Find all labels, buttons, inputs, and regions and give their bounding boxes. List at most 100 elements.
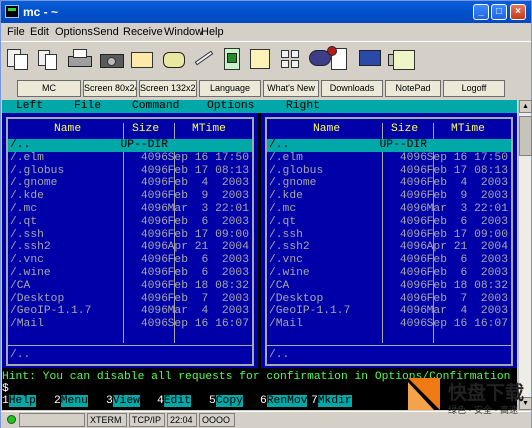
menu-send[interactable]: Send: [93, 26, 119, 38]
file-row[interactable]: /.elm 4096 Sep 16 17:50: [267, 152, 511, 165]
file-name: /.elm: [269, 151, 303, 164]
left-panel[interactable]: Name Size MTime /.. UP--DIR/.elm 4096 Sep 1…: [2, 113, 258, 368]
file-row[interactable]: /CA 4096 Feb 18 08:32: [8, 280, 252, 293]
file-row[interactable]: /.vnc 4096 Feb 6 2003: [267, 254, 511, 267]
language-button[interactable]: Language: [199, 80, 261, 97]
file-row[interactable]: /.wine 4096 Feb 6 2003: [8, 267, 252, 280]
menu-options[interactable]: Options: [55, 26, 93, 38]
file-row[interactable]: /.mc 4096 Mar 3 22:01: [8, 203, 252, 216]
parent-dir-row[interactable]: /.. UP--DIR: [267, 139, 511, 152]
file-row[interactable]: /.wine 4096 Feb 6 2003: [267, 267, 511, 280]
file-size: 4096: [399, 164, 427, 177]
upload-icon[interactable]: [219, 46, 245, 72]
open-icon[interactable]: [129, 46, 155, 72]
vertical-scrollbar[interactable]: ▲ ▼: [518, 100, 532, 410]
status-blank-field: [19, 413, 85, 427]
f7-mkdir-key[interactable]: 7Mkdir: [311, 395, 352, 408]
mc-menu-left[interactable]: Left: [16, 100, 43, 112]
title-bar[interactable]: mc - ~ _ □ ×: [1, 1, 531, 23]
file-row[interactable]: /CA 4096 Feb 18 08:32: [267, 280, 511, 293]
download-icon[interactable]: [247, 46, 273, 72]
f3-view-key[interactable]: 3View: [106, 395, 140, 408]
file-row[interactable]: /.gnome 4096 Feb 4 2003: [8, 177, 252, 190]
mtime-column-header[interactable]: MTime: [451, 123, 485, 135]
mc-menu-file[interactable]: File: [74, 100, 101, 112]
file-row[interactable]: /Mail 4096 Sep 16 16:07: [267, 318, 511, 331]
file-mtime: Sep 16 17:50: [167, 151, 249, 164]
file-row[interactable]: /.ssh 4096 Feb 17 09:00: [8, 229, 252, 242]
file-row[interactable]: /.vnc 4096 Feb 6 2003: [8, 254, 252, 267]
image-icon[interactable]: [393, 46, 419, 72]
file-row[interactable]: /.gnome 4096 Feb 4 2003: [267, 177, 511, 190]
menu-file[interactable]: File: [7, 26, 25, 38]
notepad-button[interactable]: NotePad: [385, 80, 441, 97]
name-column-header[interactable]: Name: [54, 123, 81, 135]
print-icon[interactable]: [67, 46, 93, 72]
f5-copy-key[interactable]: 5Copy: [209, 395, 243, 408]
file-row[interactable]: /Desktop 4096 Feb 7 2003: [8, 293, 252, 306]
display-icon[interactable]: [357, 46, 383, 72]
file-row[interactable]: /.qt 4096 Feb 6 2003: [8, 216, 252, 229]
mtime-column-header[interactable]: MTime: [192, 123, 226, 135]
camera-icon[interactable]: [99, 46, 125, 72]
f2-menu-key[interactable]: 2Menu: [54, 395, 88, 408]
copy-icon[interactable]: [35, 46, 61, 72]
file-name: /.gnome: [269, 177, 317, 190]
mc-menu-right[interactable]: Right: [286, 100, 320, 112]
close-button[interactable]: ×: [510, 4, 526, 20]
screen-132x24-button[interactable]: Screen 132x24: [139, 80, 197, 97]
screen-80x24-button[interactable]: Screen 80x24: [83, 80, 137, 97]
downloads-button[interactable]: Downloads: [321, 80, 383, 97]
minimize-button[interactable]: _: [473, 4, 489, 20]
file-row[interactable]: /.globus 4096 Feb 17 08:13: [267, 165, 511, 178]
file-row[interactable]: /Desktop 4096 Feb 7 2003: [267, 293, 511, 306]
menu-help[interactable]: Help: [201, 26, 224, 38]
file-row[interactable]: /GeoIP-1.1.7 4096 Mar 4 2003: [8, 305, 252, 318]
menu-window[interactable]: Window: [164, 26, 203, 38]
file-row[interactable]: /.ssh 4096 Feb 17 09:00: [267, 229, 511, 242]
file-row[interactable]: /.ssh2 4096 Apr 21 2004: [267, 241, 511, 254]
file-row[interactable]: /.ssh2 4096 Apr 21 2004: [8, 241, 252, 254]
size-column-header[interactable]: Size: [391, 123, 418, 135]
grid-icon[interactable]: [277, 46, 303, 72]
file-row[interactable]: /.mc 4096 Mar 3 22:01: [267, 203, 511, 216]
file-row[interactable]: /.elm 4096 Sep 16 17:50: [8, 152, 252, 165]
file-row[interactable]: /GeoIP-1.1.7 4096 Mar 4 2003: [267, 305, 511, 318]
f1-help-key[interactable]: 1Help: [2, 395, 36, 408]
file-name: /.mc: [269, 203, 297, 215]
terminal-window: mc - ~ _ □ × File Edit Options Send Rece…: [0, 0, 532, 428]
maximize-button[interactable]: □: [491, 4, 507, 20]
file-row[interactable]: /.kde 4096 Feb 9 2003: [267, 190, 511, 203]
status-indicators: OOOO: [199, 413, 235, 427]
phone-icon[interactable]: [161, 46, 187, 72]
mc-menu-options[interactable]: Options: [207, 100, 254, 112]
shell-prompt[interactable]: $: [2, 383, 9, 395]
scroll-up-arrow-icon[interactable]: ▲: [519, 100, 532, 113]
right-panel[interactable]: Name Size MTime /.. UP--DIR/.elm 4096 Sep 1…: [261, 113, 517, 368]
terminal-screen[interactable]: Left File Command Options Right Name Siz…: [2, 100, 517, 410]
send-icon[interactable]: [191, 46, 217, 72]
file-name: /Desktop: [269, 292, 324, 305]
scroll-thumb[interactable]: [519, 116, 532, 156]
spellcheck-icon[interactable]: [325, 46, 351, 72]
mc-menu-command[interactable]: Command: [132, 100, 179, 112]
file-row[interactable]: /.globus 4096 Feb 17 08:13: [8, 165, 252, 178]
file-mtime: Feb 17 08:13: [426, 164, 508, 177]
file-size: 4096: [140, 292, 168, 305]
file-row[interactable]: /Mail 4096 Sep 16 16:07: [8, 318, 252, 331]
whats-new-button[interactable]: What's New: [263, 80, 319, 97]
menu-receive[interactable]: Receive: [123, 26, 163, 38]
file-mtime: Mar 4 2003: [426, 305, 508, 318]
size-column-header[interactable]: Size: [132, 123, 159, 135]
mc-button[interactable]: MC: [17, 80, 81, 97]
f6-renmov-key[interactable]: 6RenMov: [260, 395, 308, 408]
logoff-button[interactable]: Logoff: [443, 80, 505, 97]
file-row[interactable]: /.kde 4096 Feb 9 2003: [8, 190, 252, 203]
name-column-header[interactable]: Name: [313, 123, 340, 135]
parent-dir-row[interactable]: /.. UP--DIR: [8, 139, 252, 152]
file-row[interactable]: /.qt 4096 Feb 6 2003: [267, 216, 511, 229]
f4-edit-key[interactable]: 4Edit: [157, 395, 191, 408]
menu-edit[interactable]: Edit: [30, 26, 49, 38]
file-name: /Mail: [10, 318, 44, 331]
paste-icon[interactable]: [5, 46, 31, 72]
